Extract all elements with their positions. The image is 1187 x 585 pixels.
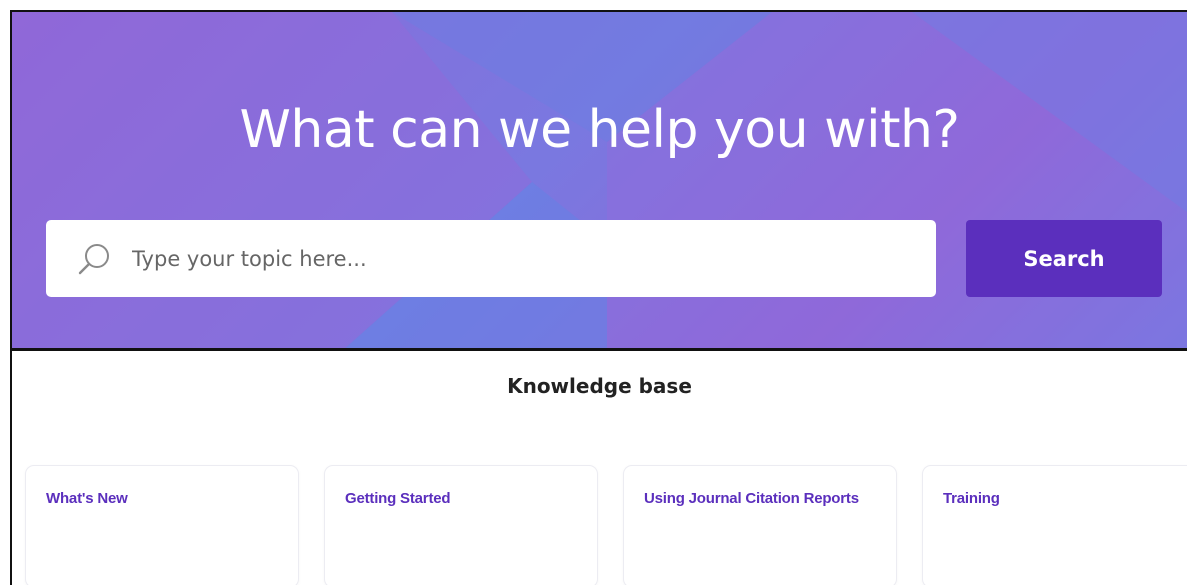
card-whats-new[interactable]: What's New (26, 466, 298, 585)
search-icon (78, 244, 109, 275)
card-title[interactable]: Using Journal Citation Reports (644, 490, 859, 507)
card-getting-started[interactable]: Getting Started (325, 466, 597, 585)
hero-banner: What can we help you with? Search (12, 12, 1187, 351)
search-box (46, 220, 936, 297)
card-training[interactable]: Training (923, 466, 1187, 585)
page-frame: What can we help you with? Search Knowle… (10, 10, 1187, 585)
hero-background-shapes (12, 12, 1187, 348)
card-title[interactable]: Training (943, 490, 1000, 507)
card-using-journal-citation-reports[interactable]: Using Journal Citation Reports (624, 466, 896, 585)
search-input[interactable] (132, 220, 912, 297)
card-title[interactable]: What's New (46, 490, 128, 507)
page-title: What can we help you with? (239, 100, 960, 160)
knowledge-base-heading: Knowledge base (507, 374, 692, 398)
card-title[interactable]: Getting Started (345, 490, 451, 507)
knowledge-base-cards: What's New Getting Started Using Journal… (26, 466, 1187, 585)
search-button[interactable]: Search (966, 220, 1162, 297)
